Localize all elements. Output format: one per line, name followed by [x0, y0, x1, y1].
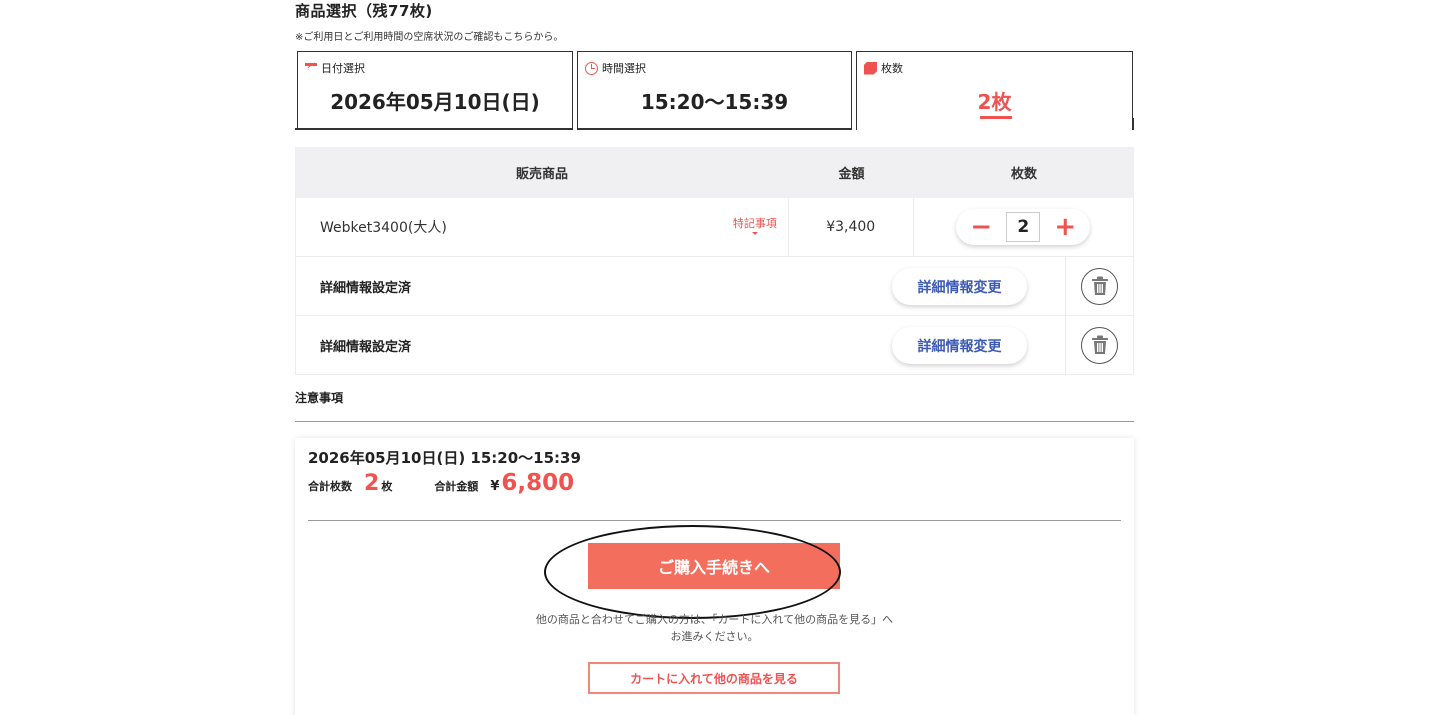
header-price: 金額 — [838, 167, 865, 182]
product-name: Webket3400(大人) — [320, 220, 447, 236]
remarks-toggle[interactable]: 特記事項 — [733, 218, 777, 235]
time-label-text: 時間選択 — [602, 62, 646, 75]
delete-button[interactable] — [1081, 267, 1119, 305]
divider — [1130, 118, 1134, 130]
purchase-button[interactable]: ご購入手続きへ — [588, 543, 840, 589]
edit-details-button[interactable]: 詳細情報変更 — [892, 268, 1027, 305]
total-count-unit: 枚 — [381, 480, 393, 493]
product-table: 販売商品 金額 枚数 Webket3400(大人) 特記事項 ¥3,400 − … — [295, 147, 1134, 375]
total-count-value: 2 — [364, 471, 380, 496]
divider — [295, 128, 299, 130]
guidance-line-2: お進みください。 — [670, 630, 759, 643]
guidance-line-1: 他の商品と合わせてご購入の方は、「カートに入れて他の商品を見る」へ — [535, 613, 894, 626]
section-note: ※ご利用日とご利用時間の空席状況のご確認もこちらから。 — [295, 32, 564, 43]
summary-datetime: 2026年05月10日(日) 15:20〜15:39 — [308, 449, 581, 467]
yen-symbol: ¥ — [490, 479, 500, 494]
quantity-cell: − 2 + — [914, 198, 1133, 256]
trash-icon — [1091, 276, 1108, 295]
ticket-icon — [864, 61, 877, 75]
date-selector-label: 日付選択 — [305, 60, 365, 76]
delete-button[interactable] — [1081, 326, 1119, 364]
delete-cell — [1066, 257, 1133, 315]
date-selector[interactable]: 日付選択 2026年05月10日(日) — [297, 51, 573, 130]
divider — [295, 421, 1134, 422]
detail-row: 詳細情報設定済 詳細情報変更 — [295, 316, 1134, 375]
order-summary: 2026年05月10日(日) 15:20〜15:39 合計枚数 2 枚 合計金額… — [295, 438, 1134, 715]
clock-icon — [585, 61, 598, 75]
increment-button[interactable]: + — [1050, 212, 1080, 242]
decrement-button[interactable]: − — [966, 212, 996, 242]
active-tab-indicator — [980, 116, 1012, 119]
detail-row: 詳細情報設定済 詳細情報変更 — [295, 257, 1134, 316]
date-value: 2026年05月10日(日) — [330, 90, 540, 114]
table-header: 販売商品 金額 枚数 — [295, 147, 1134, 198]
delete-cell — [1066, 316, 1133, 374]
total-count-label: 合計枚数 — [308, 480, 352, 493]
edit-details-button[interactable]: 詳細情報変更 — [892, 327, 1027, 364]
total-price-value: 6,800 — [501, 470, 575, 496]
summary-totals: 合計枚数 2 枚 合計金額 ¥ 6,800 — [308, 470, 574, 496]
cart-guidance-text: 他の商品と合わせてご購入の方は、「カートに入れて他の商品を見る」へ お進みくださ… — [295, 611, 1134, 645]
count-value: 2枚 — [977, 90, 1012, 114]
caret-down-icon — [751, 232, 758, 235]
section-title: 商品選択（残77枚) — [295, 2, 433, 20]
table-row: Webket3400(大人) 特記事項 ¥3,400 − 2 + — [295, 198, 1134, 257]
time-value: 15:20〜15:39 — [640, 90, 789, 114]
date-label-text: 日付選択 — [321, 62, 365, 75]
trash-icon — [1091, 335, 1108, 354]
detail-status-label: 詳細情報設定済 — [320, 339, 412, 355]
calendar-icon — [305, 62, 317, 74]
header-quantity: 枚数 — [1010, 167, 1037, 182]
notice-title: 注意事項 — [295, 391, 344, 405]
remarks-label: 特記事項 — [732, 217, 777, 230]
quantity-stepper: − 2 + — [956, 209, 1091, 245]
header-product: 販売商品 — [515, 167, 568, 182]
time-selector-label: 時間選択 — [585, 60, 646, 76]
time-selector[interactable]: 時間選択 15:20〜15:39 — [577, 51, 852, 130]
quantity-input[interactable]: 2 — [1006, 212, 1041, 242]
add-to-cart-button[interactable]: カートに入れて他の商品を見る — [588, 662, 840, 694]
count-selector-tab[interactable]: 枚数 2枚 — [856, 51, 1133, 130]
count-label-text: 枚数 — [881, 62, 903, 75]
count-selector-label: 枚数 — [864, 60, 903, 76]
divider — [308, 520, 1121, 521]
divider — [297, 128, 573, 130]
detail-status: 詳細情報設定済 詳細情報変更 — [296, 257, 1067, 315]
total-price-label: 合計金額 — [434, 480, 479, 493]
detail-status-label: 詳細情報設定済 — [320, 280, 412, 296]
divider — [577, 128, 852, 130]
product-cell: Webket3400(大人) 特記事項 — [296, 198, 789, 256]
detail-status: 詳細情報設定済 詳細情報変更 — [296, 316, 1067, 374]
price-cell: ¥3,400 — [789, 198, 914, 256]
